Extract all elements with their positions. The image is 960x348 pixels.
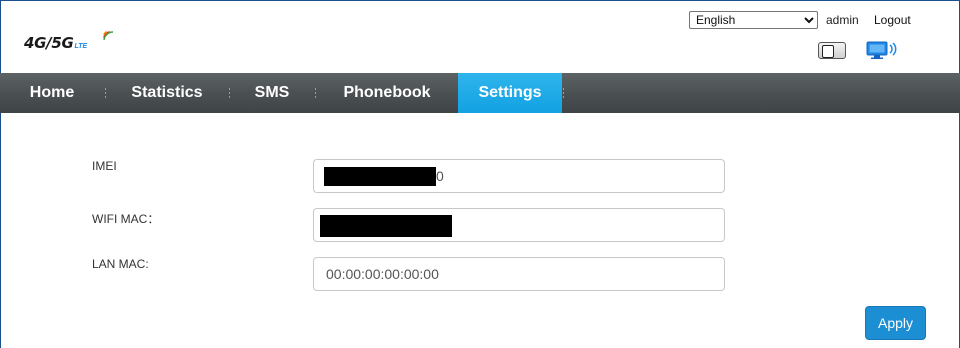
username-label: admin — [826, 13, 859, 27]
apply-button[interactable]: Apply — [865, 306, 926, 340]
logo-subtext: LTE — [74, 43, 88, 50]
nav-item-statistics[interactable]: Statistics — [106, 73, 228, 113]
imei-value: 0 — [436, 168, 444, 184]
nav-separator — [562, 73, 564, 113]
header: 4G/5G LTE English admin Logout — [0, 0, 960, 73]
lan-mac-label: LAN MAC: — [92, 257, 149, 271]
lan-mac-value: 00:00:00:00:00:00 — [326, 266, 439, 282]
nav-item-phonebook[interactable]: Phonebook — [316, 73, 458, 113]
network-status-icon — [866, 41, 897, 59]
imei-label: IMEI — [92, 159, 117, 173]
redacted-block — [320, 215, 452, 237]
main-nav: Home Statistics SMS Phonebook Settings — [0, 73, 960, 113]
wifi-mac-label: WIFI MAC： — [92, 212, 160, 226]
nav-item-settings[interactable]: Settings — [458, 73, 562, 113]
logo-text: 4G/5G — [24, 34, 74, 52]
signal-waves-icon — [103, 31, 114, 40]
imei-field[interactable]: 0 — [313, 159, 725, 193]
nav-item-home[interactable]: Home — [0, 73, 104, 113]
nav-label-settings: Settings — [478, 84, 542, 101]
nav-label-statistics: Statistics — [131, 84, 203, 101]
wifi-mac-field[interactable] — [313, 208, 725, 242]
nav-label-sms: SMS — [254, 84, 290, 101]
redacted-block — [324, 167, 436, 186]
nav-label-home: Home — [29, 84, 75, 101]
language-select[interactable]: English — [689, 11, 818, 29]
logout-link[interactable]: Logout — [874, 13, 911, 27]
nav-item-sms[interactable]: SMS — [230, 73, 314, 113]
nav-label-phonebook: Phonebook — [343, 84, 431, 101]
sim-status-icon — [818, 42, 846, 59]
lan-mac-field[interactable]: 00:00:00:00:00:00 — [313, 257, 725, 291]
logo: 4G/5G LTE — [24, 30, 114, 52]
